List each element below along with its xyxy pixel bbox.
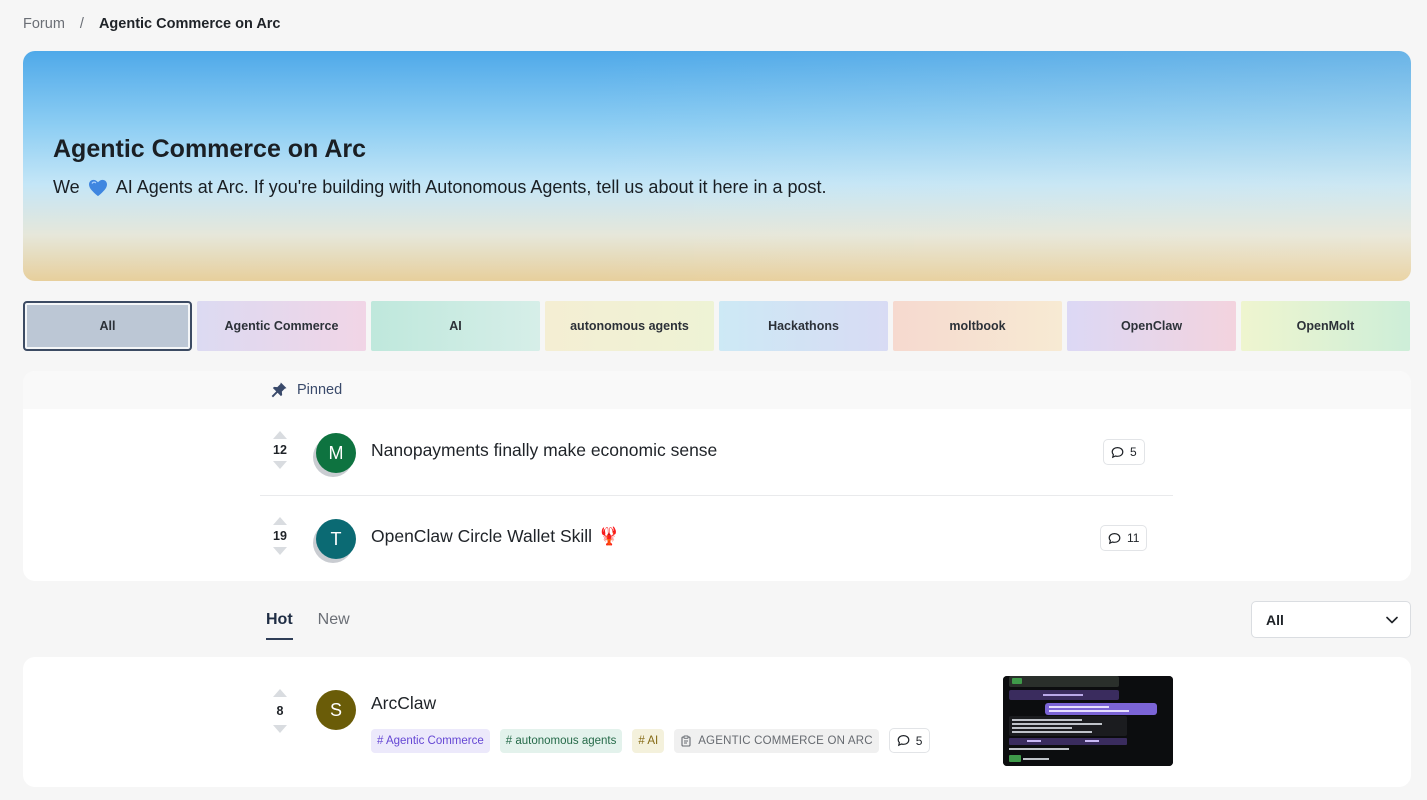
tab-label: OpenMolt <box>1296 319 1355 333</box>
avatar[interactable]: M <box>316 433 356 473</box>
pinned-post-row[interactable]: 12 M Nanopayments finally make economic … <box>260 409 1173 495</box>
breadcrumb-forum-link[interactable]: Forum <box>23 16 65 32</box>
comment-count: 11 <box>1127 531 1140 545</box>
community-description: We AI Agents at Arc. If you're building … <box>53 177 827 198</box>
pinned-label: Pinned <box>270 381 342 399</box>
tab-all[interactable]: All <box>23 301 192 351</box>
tab-new[interactable]: New <box>318 611 350 640</box>
filter-selected-value: All <box>1266 611 1284 628</box>
tab-label: OpenClaw <box>1120 319 1183 333</box>
downvote-arrow-icon[interactable] <box>273 547 287 555</box>
sort-tabs: Hot New <box>266 611 350 640</box>
upvote-arrow-icon[interactable] <box>273 517 287 525</box>
avatar[interactable]: S <box>316 690 356 730</box>
tab-label: Hackathons <box>768 319 839 333</box>
tab-autonomous-agents[interactable]: autonomous agents <box>545 301 714 351</box>
upvote-arrow-icon[interactable] <box>273 689 287 697</box>
comment-bubble-icon <box>1108 532 1121 544</box>
comment-count-badge[interactable]: 11 <box>1100 525 1148 551</box>
description-text: AI Agents at Arc. If you're building wit… <box>115 177 827 197</box>
vote-count: 12 <box>273 443 287 457</box>
board-badge[interactable]: AGENTIC COMMERCE ON ARC <box>674 728 879 753</box>
tag-autonomous-agents[interactable]: # autonomous agents <box>499 728 623 753</box>
comment-count-badge[interactable]: 5 <box>888 728 931 753</box>
community-banner: Agentic Commerce on Arc We AI Agents at … <box>23 51 1411 281</box>
breadcrumb-separator: / <box>79 16 84 32</box>
vote-count: 19 <box>273 529 287 543</box>
comment-count-badge[interactable]: 5 <box>1103 439 1145 465</box>
post-title[interactable]: OpenClaw Circle Wallet Skill 🦞 <box>371 526 620 547</box>
post-tags: # Agentic Commerce # autonomous agents #… <box>371 728 931 753</box>
tab-hot[interactable]: Hot <box>266 611 293 640</box>
post-title[interactable]: Nanopayments finally make economic sense <box>371 440 717 461</box>
tag-agentic-commerce[interactable]: # Agentic Commerce <box>371 728 490 753</box>
post-card[interactable]: 8 S ArcClaw # Agentic Commerce # autonom… <box>23 657 1411 787</box>
post-thumbnail-image[interactable] <box>1003 676 1173 766</box>
comment-bubble-icon <box>897 735 910 747</box>
pinned-post-row[interactable]: 19 T OpenClaw Circle Wallet Skill 🦞 11 <box>260 495 1173 581</box>
downvote-arrow-icon[interactable] <box>273 725 287 733</box>
tab-label: moltbook <box>949 319 1006 333</box>
tab-agentic-commerce[interactable]: Agentic Commerce <box>197 301 366 351</box>
blue-heart-icon <box>88 179 107 196</box>
pinned-posts-card: Pinned 12 M Nanopayments finally make ec… <box>23 371 1411 581</box>
pinned-header: Pinned <box>23 371 1411 409</box>
breadcrumb-current: Agentic Commerce on Arc <box>98 16 281 32</box>
vote-count: 8 <box>276 704 284 718</box>
tab-label: Agentic Commerce <box>224 319 339 333</box>
board-name: AGENTIC COMMERCE ON ARC <box>698 734 873 747</box>
vote-control: 12 <box>260 431 300 469</box>
comment-count: 5 <box>1130 445 1137 459</box>
tab-hackathons[interactable]: Hackathons <box>719 301 888 351</box>
lobster-emoji-icon: 🦞 <box>598 526 620 546</box>
tab-moltbook[interactable]: moltbook <box>893 301 1062 351</box>
filter-dropdown[interactable]: All <box>1251 601 1411 638</box>
clipboard-icon <box>681 735 691 747</box>
tab-openclaw[interactable]: OpenClaw <box>1067 301 1236 351</box>
post-title[interactable]: ArcClaw <box>371 693 436 714</box>
breadcrumb: Forum / Agentic Commerce on Arc <box>23 16 281 32</box>
vote-control: 8 <box>260 689 300 733</box>
tab-label: AI <box>449 319 462 333</box>
post-title-text: OpenClaw Circle Wallet Skill <box>371 526 593 546</box>
tab-label: autonomous agents <box>570 319 689 333</box>
description-prefix: We <box>53 177 80 197</box>
community-title: Agentic Commerce on Arc <box>53 135 367 163</box>
comment-bubble-icon <box>1111 446 1124 458</box>
upvote-arrow-icon[interactable] <box>273 431 287 439</box>
pin-icon <box>271 382 287 398</box>
pinned-text: Pinned <box>297 382 343 398</box>
downvote-arrow-icon[interactable] <box>273 461 287 469</box>
vote-control: 19 <box>260 517 300 555</box>
tag-ai[interactable]: # AI <box>632 728 665 753</box>
avatar[interactable]: T <box>316 519 356 559</box>
comment-count: 5 <box>915 733 923 748</box>
chevron-down-icon <box>1386 616 1398 623</box>
chat-screenshot-thumbnail <box>1003 676 1173 766</box>
tab-openmolt[interactable]: OpenMolt <box>1241 301 1410 351</box>
category-tabs: All Agentic Commerce AI autonomous agent… <box>23 301 1410 351</box>
tab-ai[interactable]: AI <box>371 301 540 351</box>
tab-label: All <box>99 319 116 333</box>
